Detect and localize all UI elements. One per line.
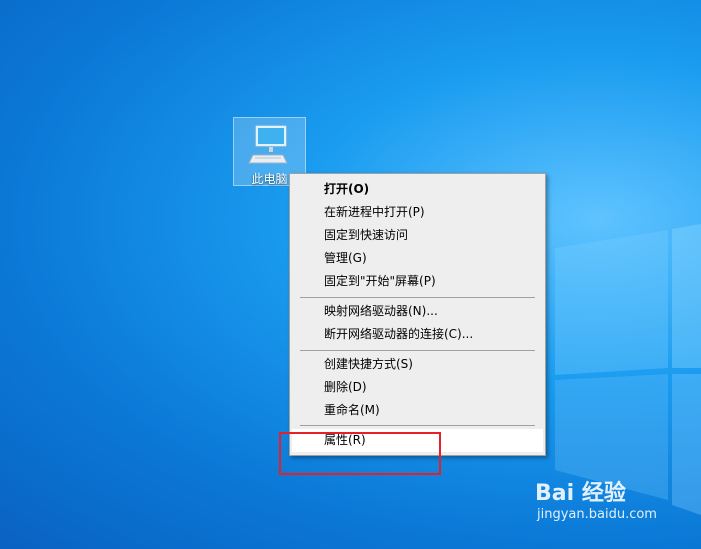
annotation-highlight-box xyxy=(279,432,441,475)
menu-item-open-new-process[interactable]: 在新进程中打开(P) xyxy=(292,201,543,224)
context-menu: 打开(O) 在新进程中打开(P) 固定到快速访问 管理(G) 固定到"开始"屏幕… xyxy=(289,173,546,456)
baidu-jingyan-watermark: Bai 经验 jingyan.baidu.com xyxy=(535,475,665,535)
menu-item-pin-start[interactable]: 固定到"开始"屏幕(P) xyxy=(292,270,543,293)
menu-item-open[interactable]: 打开(O) xyxy=(292,178,543,201)
menu-item-manage[interactable]: 管理(G) xyxy=(292,247,543,270)
menu-item-map-network-drive[interactable]: 映射网络驱动器(N)... xyxy=(292,300,543,323)
menu-separator xyxy=(300,350,535,351)
menu-item-pin-quick-access[interactable]: 固定到快速访问 xyxy=(292,224,543,247)
menu-item-rename[interactable]: 重命名(M) xyxy=(292,399,543,422)
menu-separator xyxy=(300,425,535,426)
menu-item-disconnect-network-drive[interactable]: 断开网络驱动器的连接(C)... xyxy=(292,323,543,346)
computer-icon xyxy=(248,124,288,164)
watermark-logo: Bai 经验 xyxy=(535,481,626,506)
desktop: 此电脑 打开(O) 在新进程中打开(P) 固定到快速访问 管理(G) 固定到"开… xyxy=(0,0,701,549)
menu-item-delete[interactable]: 删除(D) xyxy=(292,376,543,399)
watermark-url: jingyan.baidu.com xyxy=(537,507,657,522)
menu-item-create-shortcut[interactable]: 创建快捷方式(S) xyxy=(292,353,543,376)
menu-separator xyxy=(300,297,535,298)
